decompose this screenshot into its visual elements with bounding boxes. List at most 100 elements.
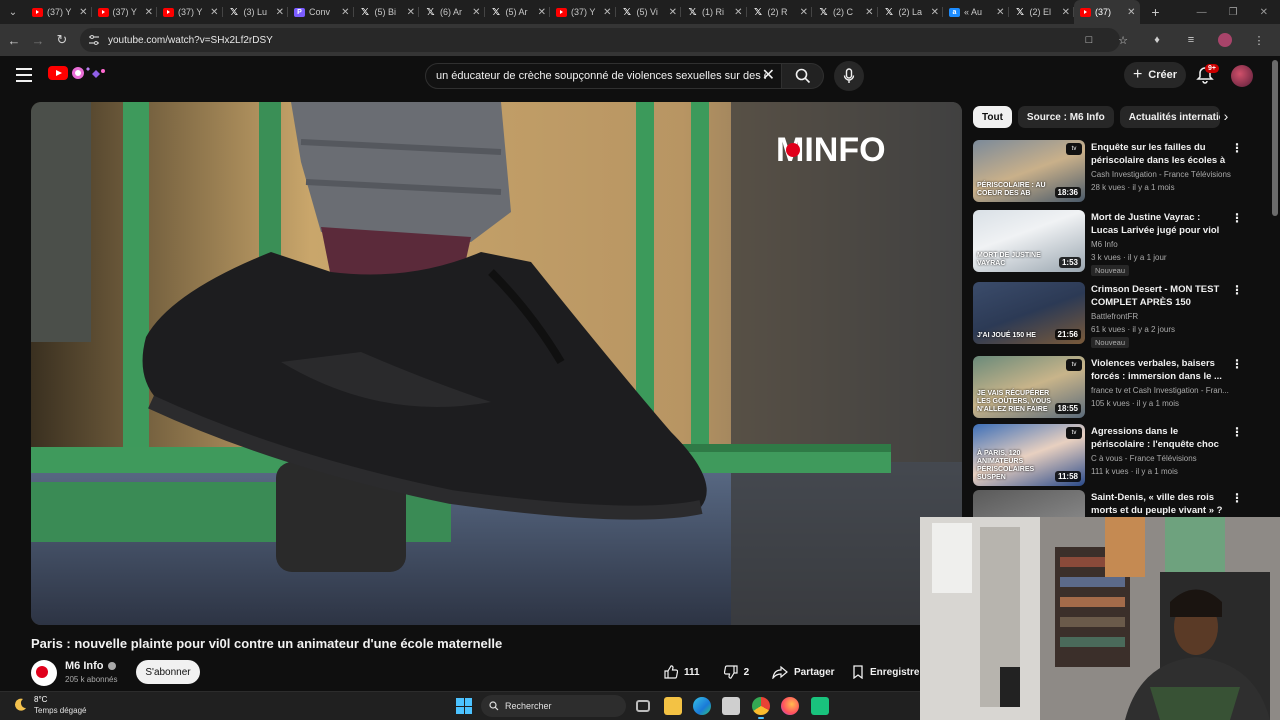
extensions-icon[interactable]: ♦ — [1150, 34, 1164, 46]
site-info-icon[interactable] — [88, 34, 100, 46]
browser-tab[interactable]: 𝕏 (2) R ✕ — [747, 0, 813, 24]
voice-search-button[interactable] — [834, 61, 864, 91]
browser-tab[interactable]: 𝕏 (3) Lu ✕ — [223, 0, 289, 24]
bookmark-star-icon[interactable]: ☆ — [1116, 34, 1130, 47]
tab-close-icon[interactable]: ✕ — [341, 7, 349, 18]
search-button[interactable] — [782, 63, 824, 89]
windows-start-icon[interactable] — [456, 698, 472, 714]
tab-close-icon[interactable]: ✕ — [407, 7, 415, 18]
tab-close-icon[interactable]: ✕ — [276, 7, 284, 18]
browser-tab[interactable]: 𝕏 (5) Bi ✕ — [354, 0, 420, 24]
save-button[interactable]: Enregistrer — [852, 660, 923, 684]
youtube-doodle-icon[interactable] — [70, 65, 108, 81]
tab-close-icon[interactable]: ✕ — [669, 7, 677, 18]
recommendation-channel[interactable]: BattlefrontFR — [1091, 312, 1241, 321]
recommendation-item[interactable]: PÉRISCOLAIRE : AU COEUR DES AB tv 18:36 Enq… — [973, 140, 1253, 202]
chip-source[interactable]: Source : M6 Info — [1017, 106, 1114, 128]
url-text[interactable]: youtube.com/watch?v=SHx2Lf2rDSY — [108, 35, 273, 46]
tab-close-icon[interactable]: ✕ — [1062, 7, 1070, 18]
tab-close-icon[interactable]: ✕ — [538, 7, 546, 18]
address-bar[interactable]: youtube.com/watch?v=SHx2Lf2rDSY — [80, 28, 1120, 52]
recommendation-item[interactable]: MORT DE JUSTINE VAYRAC 1:53 Mort de Justin… — [973, 210, 1253, 276]
guide-menu-icon[interactable] — [16, 68, 32, 82]
video-thumbnail[interactable]: MORT DE JUSTINE VAYRAC 1:53 — [973, 210, 1085, 272]
new-tab-button[interactable]: + — [1146, 4, 1166, 20]
browser-tab[interactable]: 𝕏 (2) C ✕ — [812, 0, 878, 24]
moon-weather-icon[interactable] — [12, 697, 28, 713]
back-icon[interactable]: ← — [2, 33, 26, 48]
chevron-right-icon[interactable]: › — [1218, 108, 1234, 124]
more-options-icon[interactable]: ⋮ — [1231, 212, 1243, 224]
more-options-icon[interactable]: ⋮ — [1231, 426, 1243, 438]
minimize-icon[interactable]: — — [1197, 7, 1207, 18]
browser-profile-avatar[interactable] — [1218, 33, 1232, 47]
browser-tab[interactable]: (37) Y ✕ — [26, 0, 92, 24]
dislike-button[interactable]: 2 — [723, 665, 749, 679]
browser-tab[interactable]: 𝕏 (6) Ar ✕ — [419, 0, 485, 24]
share-button[interactable]: Partager — [772, 660, 835, 684]
search-input[interactable] — [436, 70, 766, 82]
video-player[interactable]: M INFO — [31, 102, 962, 625]
tab-close-icon[interactable]: ✕ — [800, 7, 808, 18]
tab-close-icon[interactable]: ✕ — [210, 7, 218, 18]
install-app-icon[interactable]: □ — [1082, 34, 1096, 46]
page-scrollbar[interactable] — [1272, 60, 1278, 216]
recommendation-title[interactable]: Enquête sur les failles du périscolaire … — [1091, 141, 1229, 167]
tab-close-icon[interactable]: ✕ — [603, 7, 611, 18]
browser-tab[interactable]: (37) Y ✕ — [157, 0, 223, 24]
tab-close-icon[interactable]: ✕ — [734, 7, 742, 18]
channel-name[interactable]: M6 Info — [65, 660, 104, 672]
clear-search-icon[interactable]: ✕ — [762, 67, 775, 85]
chrome-icon[interactable] — [752, 697, 770, 719]
more-options-icon[interactable]: ⋮ — [1231, 142, 1243, 154]
recommendation-title[interactable]: Crimson Desert - MON TEST COMPLET APRÈS … — [1091, 283, 1229, 309]
close-window-icon[interactable]: ✕ — [1260, 7, 1268, 18]
recommendation-title[interactable]: Saint-Denis, « ville des rois morts et d… — [1091, 491, 1229, 517]
task-view-icon[interactable] — [636, 700, 650, 712]
video-thumbnail[interactable]: JE VAIS RÉCUPÉRER LES GOÛTERS, VOUS N'AL… — [973, 356, 1085, 418]
tab-close-icon[interactable]: ✕ — [472, 7, 480, 18]
store-icon[interactable] — [722, 697, 740, 715]
recommendation-title[interactable]: Violences verbales, baisers forcés : imm… — [1091, 357, 1229, 383]
tab-close-icon[interactable]: ✕ — [931, 7, 939, 18]
channel-avatar[interactable] — [31, 660, 57, 686]
chip-all[interactable]: Tout — [973, 106, 1012, 128]
tab-search-chevron-icon[interactable]: ⌄ — [0, 0, 26, 24]
browser-menu-icon[interactable]: ⋮ — [1252, 34, 1266, 47]
browser-tab[interactable]: 𝕏 (2) La ✕ — [878, 0, 944, 24]
tab-close-icon[interactable]: ✕ — [145, 7, 153, 18]
like-button[interactable]: 111 — [664, 665, 700, 679]
browser-tab[interactable]: 𝕏 (5) Ar ✕ — [485, 0, 551, 24]
restore-icon[interactable]: ❐ — [1229, 7, 1238, 18]
edge-icon[interactable] — [693, 697, 711, 715]
recommendation-item[interactable]: JE VAIS RÉCUPÉRER LES GOÛTERS, VOUS N'AL… — [973, 356, 1253, 418]
recommendation-title[interactable]: Mort de Justine Vayrac : Lucas Larivée j… — [1091, 211, 1229, 237]
video-thumbnail[interactable]: PÉRISCOLAIRE : AU COEUR DES AB tv 18:36 — [973, 140, 1085, 202]
chip-international-news[interactable]: Actualités internationales — [1119, 106, 1220, 128]
video-thumbnail[interactable]: À PARIS, 120 ANIMATEURS PÉRISCOLAIRES SU… — [973, 424, 1085, 486]
tab-close-icon[interactable]: ✕ — [865, 7, 873, 18]
browser-tab[interactable]: 𝕏 (1) Ri ✕ — [681, 0, 747, 24]
create-button[interactable]: + Créer — [1124, 62, 1186, 88]
media-controls-icon[interactable]: ≡ — [1184, 34, 1198, 46]
subscribe-button[interactable]: S'abonner — [136, 660, 200, 684]
recommendation-channel[interactable]: france tv et Cash Investigation - Fran..… — [1091, 386, 1241, 395]
more-options-icon[interactable]: ⋮ — [1231, 284, 1243, 296]
tab-close-icon[interactable]: ✕ — [996, 7, 1004, 18]
more-options-icon[interactable]: ⋮ — [1231, 492, 1243, 504]
browser-tab[interactable]: (37) Y ✕ — [550, 0, 616, 24]
recommendation-item[interactable]: À PARIS, 120 ANIMATEURS PÉRISCOLAIRES SU… — [973, 424, 1253, 486]
more-options-icon[interactable]: ⋮ — [1231, 358, 1243, 370]
recommendation-item[interactable]: J'AI JOUÉ 150 HE 21:56 Crimson Desert - MO… — [973, 282, 1253, 348]
firefox-icon[interactable] — [781, 697, 799, 715]
video-thumbnail[interactable]: J'AI JOUÉ 150 HE 21:56 — [973, 282, 1085, 344]
recommendation-channel[interactable]: Cash Investigation - France Télévisions — [1091, 170, 1241, 179]
file-explorer-icon[interactable] — [664, 697, 682, 715]
tab-close-icon[interactable]: ✕ — [79, 7, 87, 18]
recommendation-channel[interactable]: C à vous - France Télévisions — [1091, 454, 1241, 463]
recommendation-title[interactable]: Agressions dans le périscolaire : l'enqu… — [1091, 425, 1229, 451]
forward-icon[interactable]: → — [26, 33, 50, 48]
browser-tab[interactable]: P Conv ✕ — [288, 0, 354, 24]
recommendation-channel[interactable]: M6 Info — [1091, 240, 1241, 249]
browser-tab[interactable]: (37) Y ✕ — [92, 0, 158, 24]
